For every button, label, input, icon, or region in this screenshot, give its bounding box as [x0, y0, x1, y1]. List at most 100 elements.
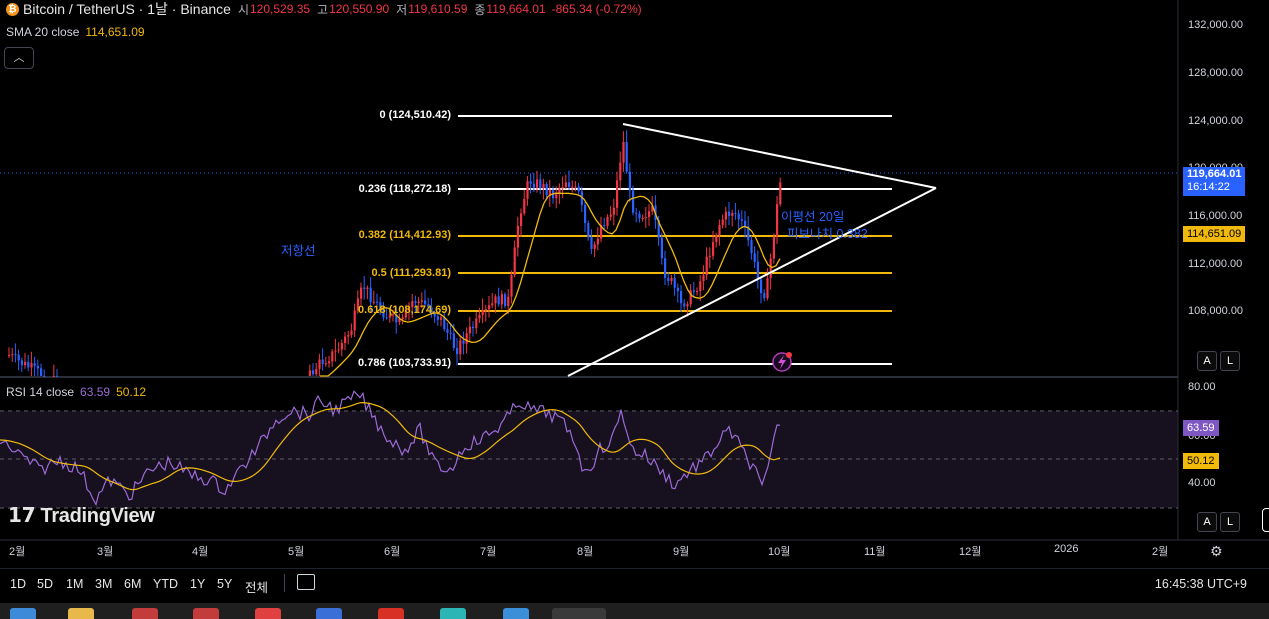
- candle-body: [532, 183, 535, 188]
- change-value: -865.34 (-0.72%): [551, 2, 642, 16]
- candle-body: [363, 287, 366, 289]
- fib382-annotation[interactable]: 피보나치 0.382: [787, 223, 868, 242]
- app-icon[interactable]: [503, 608, 529, 619]
- candle-body: [529, 181, 532, 184]
- candle-body: [526, 181, 529, 199]
- candle-body: [769, 258, 772, 279]
- candle-body: [760, 279, 763, 294]
- candle-body: [513, 247, 516, 276]
- date-range-icon[interactable]: [297, 574, 315, 590]
- candle-body: [763, 293, 766, 299]
- candle-body: [545, 183, 548, 196]
- low-label: 저: [396, 2, 408, 17]
- os-taskbar: [0, 603, 1269, 619]
- tradingview-logo[interactable]: 𝟭𝟳 TradingView: [8, 503, 155, 528]
- chrome-icon[interactable]: [378, 608, 404, 619]
- candle-body: [312, 370, 315, 375]
- candle-body: [587, 223, 590, 238]
- rsi-axis-label: 80.00: [1188, 381, 1216, 393]
- range-ytd[interactable]: YTD: [153, 577, 178, 591]
- range-all[interactable]: 전체: [245, 577, 268, 596]
- time-axis-label: 10월: [768, 546, 791, 558]
- candle-body: [622, 142, 625, 163]
- range-1y[interactable]: 1Y: [190, 577, 205, 591]
- time-axis-label: 3월: [97, 546, 114, 558]
- rsi-legend[interactable]: RSI 14 close 63.59 50.12: [6, 385, 146, 399]
- collapse-legend-button[interactable]: ︿: [4, 47, 34, 69]
- candle-body: [8, 354, 11, 356]
- candle-body: [36, 365, 39, 369]
- chart-canvas[interactable]: [0, 0, 1269, 619]
- candle-body: [344, 336, 347, 344]
- range-3m[interactable]: 3M: [95, 577, 112, 591]
- folder-icon[interactable]: [68, 608, 94, 619]
- app-icon[interactable]: [316, 608, 342, 619]
- candle-body: [731, 212, 734, 216]
- app-icon[interactable]: [255, 608, 281, 619]
- sma-legend[interactable]: SMA 20 close 114,651.09: [6, 25, 145, 39]
- candle-body: [734, 212, 737, 214]
- candle-body: [772, 236, 775, 259]
- current-price-tag: 119,664.01 16:14:22: [1183, 167, 1246, 196]
- candle-body: [561, 186, 564, 189]
- edge-icon[interactable]: [10, 608, 36, 619]
- side-panel-toggle[interactable]: [1262, 508, 1269, 532]
- candle-body: [481, 310, 484, 315]
- app-icon[interactable]: [132, 608, 158, 619]
- active-app-icon[interactable]: [552, 608, 606, 619]
- candle-body: [472, 326, 475, 329]
- fib-label-618: 0.618 (108,174.69): [358, 304, 451, 316]
- candle-body: [20, 360, 23, 366]
- range-5d[interactable]: 5D: [37, 577, 53, 591]
- settings-gear-icon[interactable]: ⚙: [1210, 543, 1223, 560]
- symbol-title[interactable]: Bitcoin / TetherUS · 1날 · Binance: [23, 0, 231, 19]
- rsi-log-scale-button[interactable]: L: [1220, 512, 1240, 532]
- candle-body: [449, 332, 452, 334]
- range-6m[interactable]: 6M: [124, 577, 141, 591]
- bar-countdown: 16:14:22: [1187, 181, 1230, 193]
- candle-body: [360, 287, 363, 299]
- rsi-auto-scale-button[interactable]: A: [1197, 512, 1217, 532]
- app-icon[interactable]: [193, 608, 219, 619]
- candle-body: [744, 220, 747, 227]
- candle-body: [779, 182, 782, 205]
- log-scale-button[interactable]: L: [1220, 351, 1240, 371]
- candle-body: [504, 294, 507, 306]
- candle-body: [347, 334, 350, 337]
- high-label: 고: [317, 2, 329, 17]
- rsi-ma-tag: 50.12: [1183, 453, 1219, 469]
- range-5y[interactable]: 5Y: [217, 577, 232, 591]
- candle-body: [660, 237, 663, 259]
- price-axis-label: 132,000.00: [1188, 19, 1244, 31]
- candle-body: [619, 162, 622, 181]
- candle-body: [750, 240, 753, 254]
- candle-body: [648, 211, 651, 218]
- resistance-annotation[interactable]: 저항선: [281, 240, 316, 259]
- range-1d[interactable]: 1D: [10, 577, 26, 591]
- price-axis-label: 116,000.00: [1188, 210, 1243, 222]
- candle-body: [33, 363, 36, 366]
- candle-body: [350, 330, 353, 335]
- time-axis-label: 4월: [192, 546, 209, 558]
- candle-body: [417, 301, 420, 303]
- candle-body: [14, 354, 17, 356]
- app-icon[interactable]: [440, 608, 466, 619]
- clock[interactable]: 16:45:38 UTC+9: [1155, 577, 1247, 591]
- candle-body: [494, 296, 497, 304]
- time-axis-label: 5월: [288, 546, 305, 558]
- candle-body: [571, 186, 574, 188]
- range-1m[interactable]: 1M: [66, 577, 83, 591]
- candle-body: [638, 213, 641, 219]
- candle-body: [676, 287, 679, 292]
- candle-body: [414, 301, 417, 303]
- candle-body: [776, 204, 779, 237]
- close-value: 119,664.01: [486, 2, 546, 16]
- candle-body: [484, 309, 487, 311]
- candle-body: [536, 179, 539, 188]
- toolbar-divider: [284, 574, 285, 592]
- candle-body: [635, 212, 638, 214]
- auto-scale-button[interactable]: A: [1197, 351, 1217, 371]
- candle-body: [366, 287, 369, 289]
- time-axis-label: 2026: [1054, 543, 1079, 555]
- candle-body: [468, 326, 471, 334]
